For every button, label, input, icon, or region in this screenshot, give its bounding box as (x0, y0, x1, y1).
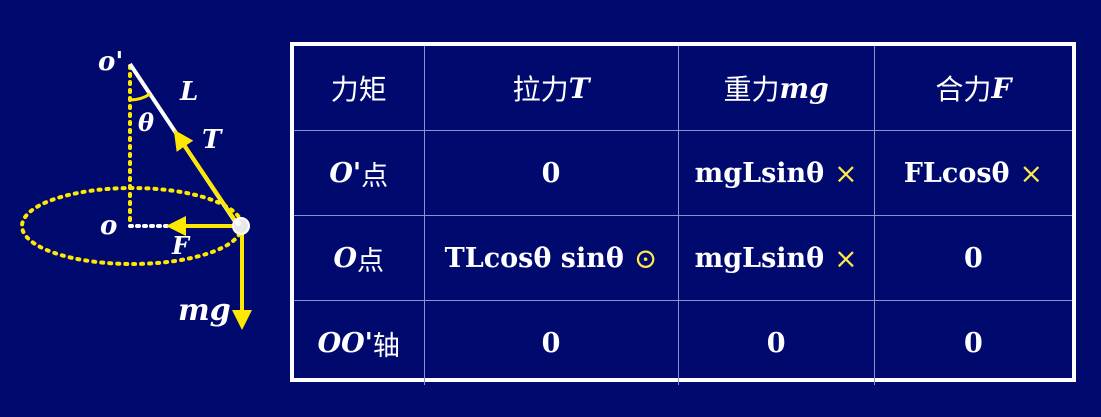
header-gravity: 重力 mg (677, 46, 874, 130)
header-net-force: 合力 F (873, 46, 1072, 130)
cell-value: FLcosθ × (873, 131, 1072, 215)
table-row: O点 TLcosθ sinθ ⊙ mgLsinθ × 0 (294, 215, 1072, 300)
cell-value: mgLsinθ × (677, 216, 874, 300)
gravity-label: mg (178, 293, 231, 328)
net-force-label: F (171, 231, 191, 260)
cell-value: 0 (423, 301, 678, 385)
cell-value: 0 (873, 216, 1072, 300)
table-row: O' 点 0 mgLsinθ × FLcosθ × (294, 130, 1072, 215)
cell-value: 0 (423, 131, 678, 215)
cell-value: 0 (873, 301, 1072, 385)
length-label: L (179, 77, 198, 107)
header-torque: 力矩 (330, 73, 387, 106)
torque-table: 力矩 拉力 T 重力 mg 合力 F O' 点 0 mgLsinθ × FLcosθ × O… (290, 42, 1076, 385)
pendulum-bob (232, 217, 250, 235)
row-label: O' 点 (329, 157, 389, 192)
tension-label: T (202, 125, 223, 155)
header-tension: 拉力 T (423, 46, 678, 130)
center-label: o (100, 211, 117, 241)
into-page-icon: × (834, 241, 858, 275)
row-label: O点 (333, 242, 385, 277)
cell-value: 0 (677, 301, 874, 385)
into-page-icon: × (1019, 156, 1044, 190)
angle-label: θ (138, 108, 154, 137)
cell-value: TLcosθ sinθ ⊙ (423, 216, 678, 300)
angle-arc (129, 92, 151, 102)
cell-value: mgLsinθ × (677, 131, 874, 215)
row-label: OO' 轴 (317, 327, 400, 362)
pivot-label: o' (98, 47, 123, 77)
out-of-page-icon: ⊙ (633, 241, 658, 275)
into-page-icon: × (834, 156, 858, 190)
table-row: OO' 轴 0 0 0 (294, 300, 1072, 385)
conical-pendulum-diagram: o' L θ T o F mg (20, 47, 252, 330)
table-header-row: 力矩 拉力 T 重力 mg 合力 F (294, 46, 1072, 130)
